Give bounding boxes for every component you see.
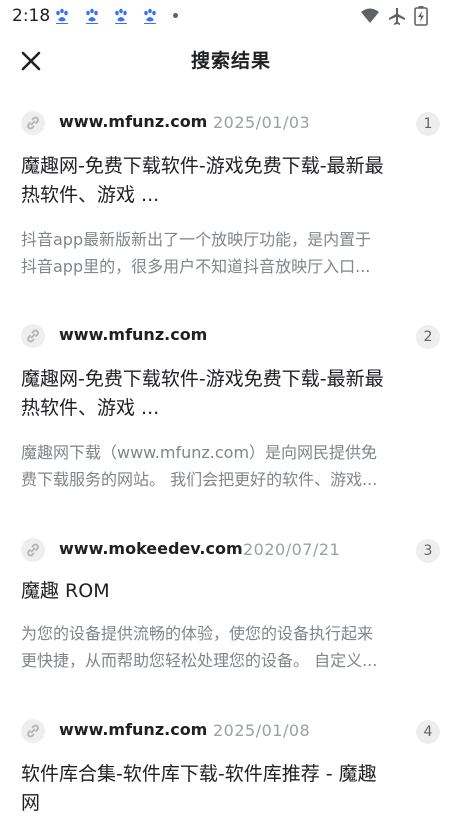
result-snippet-line: 魔趣网下载（www.mfunz.com）是向网民提供免 [21, 443, 378, 462]
result-title-line: 魔趣 ROM [21, 580, 110, 602]
page-title: 搜索结果 [190, 50, 271, 72]
link-icon [21, 538, 45, 562]
result-header: www.mfunz.com 2 [0, 315, 462, 355]
baidu-paw-icon [56, 8, 68, 24]
result-index-badge: 4 [416, 720, 440, 744]
result-date: 2025/01/03 [213, 113, 311, 132]
top-app-bar: 搜索结果 [0, 32, 462, 88]
result-snippet-line: 抖音app最新版新出了一个放映厅功能，是内置于 [21, 230, 372, 249]
result-title-line: 网 [21, 792, 41, 814]
result-domain: www.mfunz.com [59, 112, 208, 131]
baidu-paw-icon [86, 8, 98, 24]
more-notifications-dot [173, 13, 178, 18]
result-domain: www.mokeedev.com [59, 539, 243, 558]
result-snippet: 为您的设备提供流畅的体验，使您的设备执行起来 更快捷，从而帮助您轻松处理您的设备… [21, 620, 441, 674]
result-title[interactable]: 魔趣网-免费下载软件-游戏免费下载-最新最 热软件、游戏 ... [21, 365, 446, 423]
result-header: www.mokeedev.com 2020/07/21 3 [0, 529, 462, 569]
result-title[interactable]: 魔趣 ROM [21, 577, 446, 606]
airplane-icon [389, 8, 405, 25]
wifi-icon [361, 8, 379, 23]
result-snippet-line: 更快捷，从而帮助您轻松处理您的设备。 自定义... [21, 651, 378, 670]
result-snippet: 魔趣网下载（www.mfunz.com）是向网民提供免 费下载服务的网站。 我们… [21, 439, 441, 493]
result-domain: www.mfunz.com [59, 325, 208, 344]
result-snippet-line: 为您的设备提供流畅的体验，使您的设备执行起来 [21, 624, 374, 643]
result-title-line: 热软件、游戏 ... [21, 397, 160, 419]
result-index-badge: 2 [416, 325, 440, 349]
result-snippet-line: 费下载服务的网站。 我们会把更好的软件、游戏... [21, 470, 378, 489]
result-index-badge: 1 [416, 112, 440, 136]
link-icon [21, 111, 45, 135]
result-snippet-line: 抖音app里的，很多用户不知道抖音放映厅入口... [21, 257, 371, 276]
search-result-3[interactable]: www.mokeedev.com 2020/07/21 3 魔趣 ROM 为您的… [0, 529, 462, 694]
link-icon [21, 324, 45, 348]
result-title[interactable]: 魔趣网-免费下载软件-游戏免费下载-最新最 热软件、游戏 ... [21, 152, 446, 210]
baidu-paw-icon [144, 8, 156, 24]
result-date: 2025/01/08 [213, 721, 311, 740]
search-result-4[interactable]: www.mfunz.com 2025/01/08 4 软件库合集-软件库下载-软… [0, 710, 462, 821]
status-time: 2:18 [12, 6, 51, 26]
result-domain: www.mfunz.com [59, 720, 208, 739]
result-title-line: 热软件、游戏 ... [21, 184, 160, 206]
result-title[interactable]: 软件库合集-软件库下载-软件库推荐 - 魔趣 网 [21, 760, 446, 818]
result-title-line: 软件库合集-软件库下载-软件库推荐 - 魔趣 [21, 763, 377, 785]
result-header: www.mfunz.com 2025/01/03 1 [0, 102, 462, 142]
result-snippet: 抖音app最新版新出了一个放映厅功能，是内置于 抖音app里的，很多用户不知道抖… [21, 226, 441, 280]
search-result-2[interactable]: www.mfunz.com 2 魔趣网-免费下载软件-游戏免费下载-最新最 热软… [0, 315, 462, 510]
result-header: www.mfunz.com 2025/01/08 4 [0, 710, 462, 750]
status-bar: 2:18 [0, 0, 462, 32]
result-date: 2020/07/21 [243, 540, 341, 559]
link-icon [21, 719, 45, 743]
result-title-line: 魔趣网-免费下载软件-游戏免费下载-最新最 [21, 368, 384, 390]
baidu-paw-icon [115, 8, 127, 24]
result-index-badge: 3 [416, 539, 440, 563]
search-result-1[interactable]: www.mfunz.com 2025/01/03 1 魔趣网-免费下载软件-游戏… [0, 102, 462, 297]
battery-charging-icon [414, 6, 428, 26]
result-title-line: 魔趣网-免费下载软件-游戏免费下载-最新最 [21, 155, 384, 177]
